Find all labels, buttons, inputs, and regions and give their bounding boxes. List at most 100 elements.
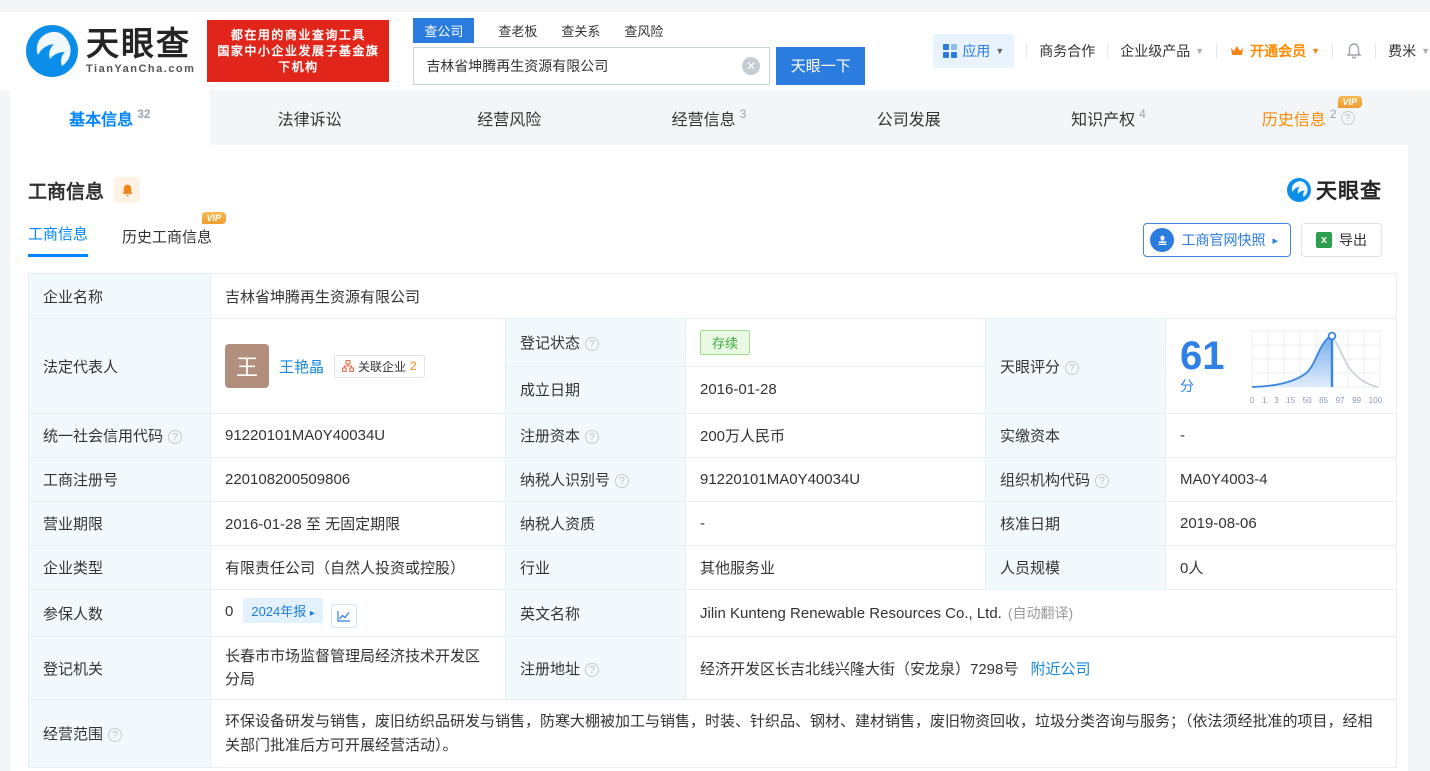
field-label: 天眼评分? bbox=[986, 319, 1166, 414]
help-icon[interactable]: ? bbox=[168, 430, 182, 444]
field-label: 核准日期 bbox=[986, 502, 1166, 546]
official-snapshot-button[interactable]: 工商官网快照 ▸ bbox=[1143, 223, 1291, 257]
field-label: 营业期限 bbox=[29, 502, 211, 546]
reg-number-value: 220108200509806 bbox=[211, 458, 506, 502]
search-input[interactable] bbox=[413, 47, 770, 85]
search-tab-company[interactable]: 查公司 bbox=[413, 18, 474, 43]
english-name-cell: Jilin Kunteng Renewable Resources Co., L… bbox=[686, 590, 1397, 637]
table-row: 工商注册号 220108200509806 纳税人识别号? 91220101MA… bbox=[29, 458, 1397, 502]
help-icon[interactable]: ? bbox=[585, 337, 599, 351]
score-distribution-chart[interactable]: 0131550859799100 bbox=[1250, 327, 1382, 405]
business-term-value: 2016-01-28 至 无固定期限 bbox=[211, 502, 506, 546]
notification-bell-icon[interactable] bbox=[1345, 42, 1363, 60]
table-row: 营业期限 2016-01-28 至 无固定期限 纳税人资质 - 核准日期 201… bbox=[29, 502, 1397, 546]
taxpayer-quality-value: - bbox=[686, 502, 986, 546]
help-icon[interactable]: ? bbox=[585, 663, 599, 677]
table-row: 企业名称 吉林省坤腾再生资源有限公司 bbox=[29, 274, 1397, 319]
help-icon[interactable]: ? bbox=[615, 474, 629, 488]
tab-company-development[interactable]: 公司发展 bbox=[809, 90, 1009, 145]
help-icon[interactable]: ? bbox=[1095, 474, 1109, 488]
field-label: 企业名称 bbox=[29, 274, 211, 319]
tab-history-info[interactable]: VIP 历史信息 2 ? bbox=[1208, 90, 1408, 145]
chevron-down-icon: ▼ bbox=[1195, 46, 1204, 56]
tab-intellectual-property[interactable]: 知识产权 4 bbox=[1009, 90, 1209, 145]
subtab-history-business-info[interactable]: VIP 历史工商信息 bbox=[122, 226, 212, 257]
score-value: 61 bbox=[1180, 334, 1225, 378]
search-tab-boss[interactable]: 查老板 bbox=[498, 18, 537, 43]
tab-operation-risk[interactable]: 经营风险 bbox=[409, 90, 609, 145]
stamp-icon bbox=[1150, 228, 1174, 252]
search-area: 查公司 查老板 查关系 查风险 ✕ 天眼一下 bbox=[413, 18, 865, 85]
search-tabs: 查公司 查老板 查关系 查风险 bbox=[413, 18, 865, 43]
field-label: 英文名称 bbox=[506, 590, 686, 637]
chevron-down-icon: ▼ bbox=[1311, 46, 1320, 56]
subtab-business-info[interactable]: 工商信息 bbox=[28, 223, 88, 257]
auto-translate-note: (自动翻译) bbox=[1008, 605, 1073, 621]
watermark-swirl-icon bbox=[1287, 178, 1311, 202]
help-icon[interactable]: ? bbox=[1341, 111, 1355, 125]
nearby-companies-link[interactable]: 附近公司 bbox=[1031, 661, 1091, 678]
user-menu[interactable]: 费米 ▼ bbox=[1388, 41, 1430, 61]
tianyancha-logo[interactable]: 天眼查 TianYanCha.com bbox=[26, 25, 195, 77]
reg-authority-value: 长春市市场监督管理局经济技术开发区分局 bbox=[211, 637, 506, 700]
open-vip-menu[interactable]: 开通会员 ▼ bbox=[1229, 41, 1320, 61]
chevron-down-icon: ▼ bbox=[995, 46, 1004, 56]
tab-basic-info[interactable]: 基本信息 32 bbox=[10, 90, 210, 145]
field-label: 成立日期 bbox=[506, 366, 686, 414]
apps-grid-icon bbox=[943, 44, 957, 58]
avatar[interactable]: 王 bbox=[225, 344, 269, 388]
field-label: 实缴资本 bbox=[986, 414, 1166, 458]
enterprise-products-menu[interactable]: 企业级产品 ▼ bbox=[1120, 41, 1204, 61]
taxpayer-id-value: 91220101MA0Y40034U bbox=[686, 458, 986, 502]
subscribe-bell-icon[interactable] bbox=[114, 177, 140, 203]
reg-capital-value: 200万人民币 bbox=[686, 414, 986, 458]
field-label: 统一社会信用代码? bbox=[29, 414, 211, 458]
field-label: 组织机构代码? bbox=[986, 458, 1166, 502]
establish-date-value: 2016-01-28 bbox=[686, 366, 986, 414]
help-icon[interactable]: ? bbox=[1065, 361, 1079, 375]
related-companies-badge[interactable]: 关联企业 2 bbox=[334, 355, 425, 378]
industry-value: 其他服务业 bbox=[686, 546, 986, 590]
arrow-right-icon: ▸ bbox=[310, 608, 315, 619]
field-label: 工商注册号 bbox=[29, 458, 211, 502]
top-header: 天眼查 TianYanCha.com 都在用的商业查询工具 国家中小企业发展子基… bbox=[0, 12, 1430, 90]
legal-rep-link[interactable]: 王艳晶 bbox=[279, 356, 324, 377]
field-label: 登记机关 bbox=[29, 637, 211, 700]
table-row: 参保人数 02024年报 ▸ 英文名称 Jilin Kunteng Renewa… bbox=[29, 590, 1397, 637]
score-axis-ticks: 0131550859799100 bbox=[1250, 396, 1382, 405]
approval-date-value: 2019-08-06 bbox=[1166, 502, 1397, 546]
reg-address-cell: 经济开发区长吉北线兴隆大街（安龙泉）7298号 附近公司 bbox=[686, 637, 1397, 700]
search-button[interactable]: 天眼一下 bbox=[776, 47, 865, 85]
export-button[interactable]: x 导出 bbox=[1301, 223, 1382, 257]
arrow-right-icon: ▸ bbox=[1272, 234, 1278, 247]
search-tab-relation[interactable]: 查关系 bbox=[561, 18, 600, 43]
company-name-value: 吉林省坤腾再生资源有限公司 bbox=[211, 274, 1397, 319]
field-label: 注册地址? bbox=[506, 637, 686, 700]
table-row: 法定代表人 王 王艳晶 关联企业 2 bbox=[29, 319, 1397, 367]
table-row: 企业类型 有限责任公司（自然人投资或控股） 行业 其他服务业 人员规模 0人 bbox=[29, 546, 1397, 590]
tab-operation-info[interactable]: 经营信息 3 bbox=[609, 90, 809, 145]
business-info-table: 企业名称 吉林省坤腾再生资源有限公司 法定代表人 王 王艳晶 bbox=[28, 273, 1397, 768]
vip-badge: VIP bbox=[202, 212, 227, 224]
search-tab-risk[interactable]: 查风险 bbox=[624, 18, 663, 43]
clear-search-icon[interactable]: ✕ bbox=[742, 57, 760, 75]
crown-icon bbox=[1229, 43, 1245, 59]
annual-report-link[interactable]: 2024年报 ▸ bbox=[243, 598, 323, 623]
table-row: 经营范围? 环保设备研发与销售，废旧纺织品研发与销售，防寒大棚被加工与销售，时装… bbox=[29, 700, 1397, 768]
help-icon[interactable]: ? bbox=[108, 728, 122, 742]
table-row: 登记机关 长春市市场监督管理局经济技术开发区分局 注册地址? 经济开发区长吉北线… bbox=[29, 637, 1397, 700]
logo-swirl-icon bbox=[26, 25, 78, 77]
help-icon[interactable]: ? bbox=[585, 430, 599, 444]
legal-rep-cell: 王 王艳晶 关联企业 2 bbox=[211, 319, 506, 414]
vip-badge: VIP bbox=[1338, 96, 1363, 108]
chevron-down-icon: ▼ bbox=[1421, 46, 1430, 56]
trend-chart-icon[interactable] bbox=[331, 604, 357, 628]
field-label: 参保人数 bbox=[29, 590, 211, 637]
business-cooperation-link[interactable]: 商务合作 bbox=[1039, 41, 1095, 61]
logo-domain: TianYanCha.com bbox=[86, 63, 195, 75]
main-content: 工商信息 天眼查 工商信息 VIP 历史工商信息 bbox=[10, 145, 1408, 771]
tab-legal-litigation[interactable]: 法律诉讼 bbox=[210, 90, 410, 145]
apps-menu[interactable]: 应用 ▼ bbox=[933, 34, 1014, 68]
status-badge: 存续 bbox=[700, 330, 750, 355]
score-cell: 61分 bbox=[1166, 319, 1397, 414]
